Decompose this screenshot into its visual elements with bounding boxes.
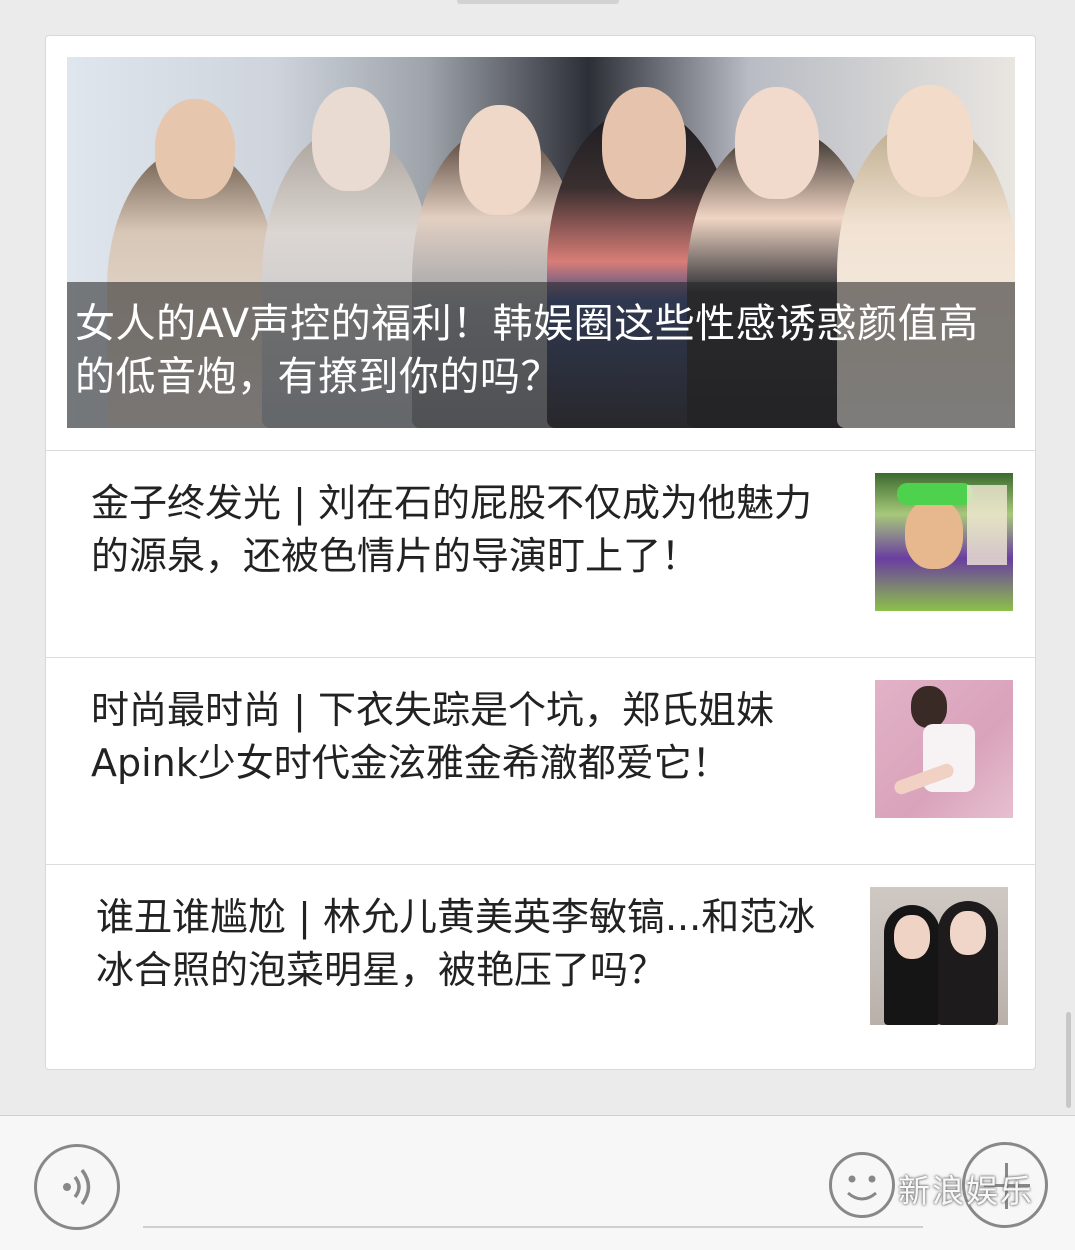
voice-icon xyxy=(63,1168,91,1206)
top-handle xyxy=(457,0,619,4)
article-title[interactable]: 时尚最时尚 | 下衣失踪是个坑，郑氏姐妹Apink少女时代金泫雅金希澈都爱它！ xyxy=(91,684,836,790)
cover-title[interactable]: 女人的AV声控的福利！韩娱圈这些性感诱惑颜值高的低音炮，有撩到你的吗？ xyxy=(75,298,1005,404)
emoji-icon xyxy=(847,1175,877,1201)
scrollbar[interactable] xyxy=(1066,1012,1071,1108)
list-item[interactable]: 时尚最时尚 | 下衣失踪是个坑，郑氏姐妹Apink少女时代金泫雅金希澈都爱它！ xyxy=(46,657,1035,864)
list-item[interactable]: 谁丑谁尴尬 | 林允儿黄美英李敏镐...和范冰冰合照的泡菜明星，被艳压了吗？ xyxy=(46,864,1035,1069)
cover-caption: 女人的AV声控的福利！韩娱圈这些性感诱惑颜值高的低音炮，有撩到你的吗？ xyxy=(67,282,1015,428)
voice-button[interactable] xyxy=(34,1144,120,1230)
message-input[interactable] xyxy=(143,1226,923,1228)
news-card: 女人的AV声控的福利！韩娱圈这些性感诱惑颜值高的低音炮，有撩到你的吗？ 金子终发… xyxy=(45,35,1036,1070)
variety-show-photo xyxy=(875,473,1013,611)
article-title[interactable]: 金子终发光 | 刘在石的屁股不仅成为他魅力的源泉，还被色情片的导演盯上了！ xyxy=(91,477,836,583)
emoji-button[interactable] xyxy=(829,1152,895,1218)
list-item[interactable]: 金子终发光 | 刘在石的屁股不仅成为他魅力的源泉，还被色情片的导演盯上了！ xyxy=(46,450,1035,657)
cover-article[interactable]: 女人的AV声控的福利！韩娱圈这些性感诱惑颜值高的低音炮，有撩到你的吗？ xyxy=(67,57,1015,428)
chat-input-bar: 新浪娱乐 xyxy=(0,1115,1075,1250)
watermark-text: 新浪娱乐 xyxy=(898,1172,1035,1210)
fashion-photo xyxy=(875,680,1013,818)
article-title[interactable]: 谁丑谁尴尬 | 林允儿黄美英李敏镐...和范冰冰合照的泡菜明星，被艳压了吗？ xyxy=(96,891,841,997)
group-photo xyxy=(870,887,1008,1025)
